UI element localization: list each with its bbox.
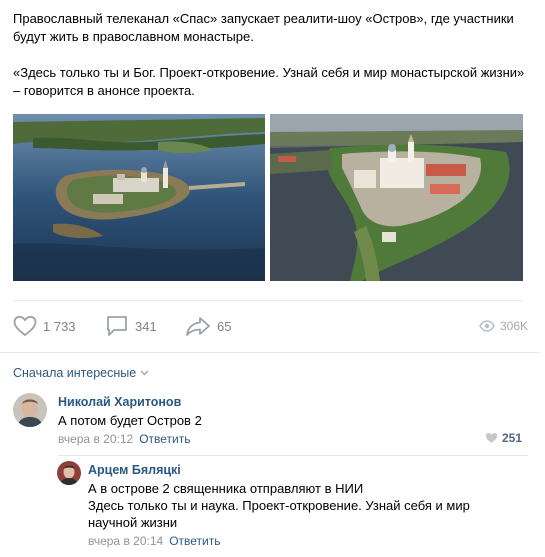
comment-button[interactable]: 341 <box>105 315 157 337</box>
views-counter: 306K <box>479 315 528 337</box>
comment-text: А в острове 2 священника отправляют в НИ… <box>88 480 470 531</box>
like-count: 1 733 <box>43 318 76 334</box>
comment-icon <box>107 316 127 336</box>
comment-author[interactable]: Николай Харитонов <box>58 395 181 409</box>
comment-time[interactable]: вчера в 20:14 <box>88 534 163 548</box>
divider <box>58 455 528 456</box>
avatar[interactable] <box>57 461 81 485</box>
post-paragraph: Православный телеканал «Спас» запускает … <box>13 11 514 44</box>
comment-text: А потом будет Остров 2 <box>58 413 202 428</box>
share-count: 65 <box>217 318 232 334</box>
post-paragraph: «Здесь только ты и Бог. Проект-откровени… <box>13 65 525 98</box>
heart-icon <box>13 315 37 337</box>
like-button[interactable]: 1 733 <box>13 315 76 337</box>
comments-sort-dropdown[interactable]: Сначала интересные <box>13 366 149 380</box>
comment-reply: Арцем Бяляцкі А в острове 2 священника о… <box>57 461 527 553</box>
photo-island-aerial[interactable] <box>13 114 265 281</box>
comment-time[interactable]: вчера в 20:12 <box>58 432 133 446</box>
reply-button[interactable]: Ответить <box>139 432 190 446</box>
divider <box>0 352 540 353</box>
comment-text-line: А в острове 2 священника отправляют в НИ… <box>88 481 364 496</box>
share-button[interactable]: 65 <box>185 315 231 337</box>
comment: Николай Харитонов А потом будет Остров 2… <box>13 393 528 448</box>
divider <box>13 300 523 301</box>
post: Православный телеканал «Спас» запускает … <box>0 0 545 557</box>
comment-meta: вчера в 20:12 Ответить <box>58 432 190 446</box>
photo-monastery-aerial[interactable] <box>270 114 523 281</box>
comment-author[interactable]: Арцем Бяляцкі <box>88 463 181 477</box>
comment-meta: вчера в 20:14 Ответить <box>88 534 220 548</box>
avatar[interactable] <box>13 393 47 427</box>
comment-text-line: Здесь только ты и наука. Проект-откровен… <box>88 498 470 513</box>
heart-icon <box>485 433 498 443</box>
sort-label: Сначала интересные <box>13 366 137 380</box>
views-count: 306K <box>499 319 528 333</box>
chevron-down-icon <box>140 370 149 376</box>
comment-text-line: научной жизни <box>88 515 178 530</box>
comment-like-button[interactable]: 251 <box>485 431 522 445</box>
reply-button[interactable]: Ответить <box>169 534 220 548</box>
comment-like-count: 251 <box>501 431 522 445</box>
comment-count: 341 <box>135 318 157 334</box>
post-actions: 1 733 341 65 306K <box>13 315 528 337</box>
post-text: Православный телеканал «Спас» запускает … <box>13 10 533 118</box>
share-icon <box>186 317 210 336</box>
photo-gallery <box>13 114 523 281</box>
eye-icon <box>479 320 495 332</box>
